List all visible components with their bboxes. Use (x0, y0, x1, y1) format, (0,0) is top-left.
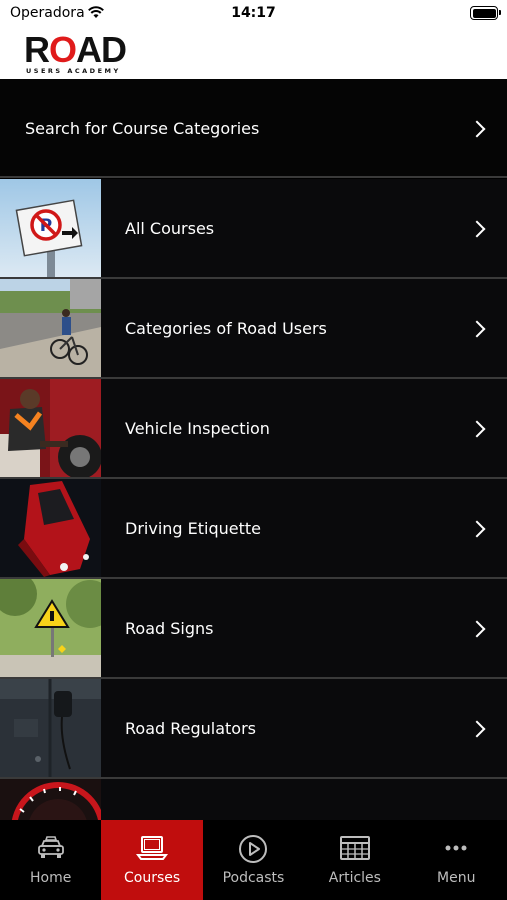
battery-icon (470, 6, 501, 20)
clock: 14:17 (231, 5, 276, 21)
tab-label: Menu (437, 870, 476, 886)
category-row-vehicle-inspection[interactable]: Vehicle Inspection (0, 379, 507, 479)
tab-podcasts[interactable]: Podcasts (203, 820, 304, 900)
category-row-partial[interactable] (0, 779, 507, 820)
speedometer-thumbnail (0, 779, 101, 820)
vehicle-inspection-thumbnail (0, 379, 101, 477)
tab-home[interactable]: Home (0, 820, 101, 900)
category-row-road-regulators[interactable]: Road Regulators (0, 679, 507, 779)
category-label: Vehicle Inspection (125, 419, 270, 438)
tab-articles[interactable]: Articles (304, 820, 405, 900)
category-label: Road Regulators (125, 719, 256, 738)
tab-courses[interactable]: Courses (101, 820, 203, 900)
category-row-road-signs[interactable]: Road Signs (0, 579, 507, 679)
chevron-right-icon (468, 720, 486, 738)
chevron-right-icon (468, 420, 486, 438)
search-course-categories-row[interactable]: Search for Course Categories (0, 79, 507, 178)
cyclist-thumbnail (0, 279, 101, 377)
search-row-label: Search for Course Categories (25, 119, 260, 138)
laptop-icon (136, 834, 169, 866)
tab-menu[interactable]: Menu (406, 820, 507, 900)
tab-label: Podcasts (222, 870, 285, 886)
road-sign-thumbnail (0, 579, 101, 677)
tab-label: Home (30, 870, 72, 886)
road-users-academy-logo[interactable]: ROAD USERS ACADEMY (24, 31, 164, 77)
category-row-driving-etiquette[interactable]: Driving Etiquette (0, 479, 507, 579)
uniform-thumbnail (0, 679, 101, 777)
category-label: All Courses (125, 219, 215, 238)
newspaper-icon (339, 834, 371, 866)
chevron-right-icon (468, 120, 486, 138)
no-parking-sign-thumbnail: P (0, 179, 101, 277)
category-row-road-users[interactable]: Categories of Road Users (0, 279, 507, 379)
red-car-thumbnail (0, 479, 101, 577)
category-label: Categories of Road Users (125, 319, 327, 338)
chevron-right-icon (468, 320, 486, 338)
chevron-right-icon (468, 220, 486, 238)
play-icon (238, 834, 268, 868)
chevron-right-icon (468, 520, 486, 538)
tab-label: Courses (124, 870, 181, 886)
bottom-tab-bar: Home Courses Podcasts Articles Menu (0, 820, 507, 900)
category-label: Road Signs (125, 619, 214, 638)
category-row-all-courses[interactable]: P All Courses (0, 179, 507, 279)
tab-label: Articles (328, 870, 381, 886)
category-label: Driving Etiquette (125, 519, 261, 538)
more-icon (441, 834, 471, 868)
status-bar: Operadora 14:17 (0, 0, 507, 28)
chevron-right-icon (468, 620, 486, 638)
top-header: Operadora 14:17 ROAD USERS ACADEMY (0, 0, 507, 79)
course-category-list[interactable]: Search for Course Categories P All Cours… (0, 79, 507, 820)
car-icon (36, 834, 66, 864)
